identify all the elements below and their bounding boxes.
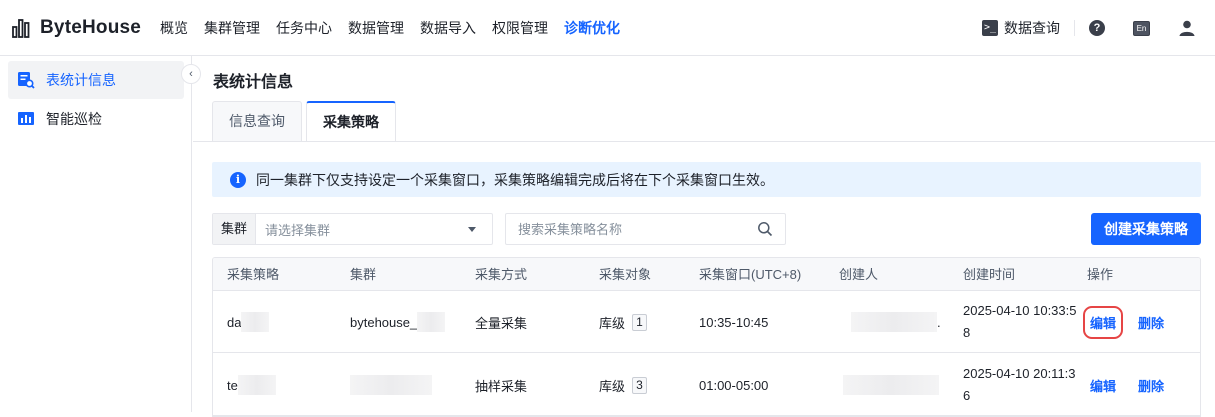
bytehouse-logo-icon <box>12 19 30 38</box>
cell-method: 抽样采集 <box>475 378 528 394</box>
tab-collection-policy[interactable]: 采集策略 <box>306 101 396 141</box>
cell-policy: te <box>227 354 276 416</box>
cell-method: 全量采集 <box>475 315 528 331</box>
redacted-mask <box>417 312 446 332</box>
sidebar-item-label: 智能巡检 <box>46 111 102 127</box>
info-icon: i <box>230 171 246 188</box>
sidebar-item-smart-inspection[interactable]: 智能巡检 <box>8 100 184 138</box>
policy-search-box <box>505 213 786 245</box>
cluster-select-prefix: 集群 <box>213 214 257 244</box>
edit-link[interactable]: 编辑 <box>1082 305 1124 339</box>
cell-creator: . <box>851 291 941 353</box>
language-icon[interactable]: En <box>1133 20 1150 36</box>
redacted-mask <box>237 375 276 395</box>
table-stats-icon <box>16 70 36 90</box>
table-row: da bytehouse_ 全量采集 库级 1 10:35-10:45 . 20… <box>213 291 1200 353</box>
nav-item-data-management[interactable]: 数据管理 <box>348 18 404 38</box>
column-header-created-at: 创建时间 <box>963 267 1016 282</box>
nav-item-data-import[interactable]: 数据导入 <box>420 18 476 38</box>
column-header-object: 采集对象 <box>599 267 652 282</box>
search-icon[interactable] <box>757 221 773 237</box>
cell-cluster <box>350 354 432 416</box>
delete-link[interactable]: 删除 <box>1138 313 1164 332</box>
redacted-mask <box>851 312 937 332</box>
column-header-method: 采集方式 <box>475 267 528 282</box>
redacted-mask <box>241 312 270 332</box>
sidebar: 表统计信息 智能巡检 <box>0 56 192 412</box>
page-title: 表统计信息 <box>213 74 294 91</box>
main-content: 表统计信息 信息查询 采集策略 i 同一集群下仅支持设定一个采集窗口，采集策略编… <box>193 56 1215 417</box>
cell-policy: da <box>227 291 270 353</box>
sidebar-item-table-stats[interactable]: 表统计信息 <box>8 61 184 99</box>
edit-link[interactable]: 编辑 <box>1090 376 1116 395</box>
logo-text: ByteHouse <box>40 17 142 38</box>
terminal-icon: >_ <box>982 20 998 36</box>
create-policy-button[interactable]: 创建采集策略 <box>1091 213 1201 245</box>
object-count-badge: 1 <box>632 313 648 331</box>
cell-window: 01:00-05:00 <box>699 377 769 393</box>
policy-search-input[interactable] <box>506 214 757 244</box>
column-header-policy: 采集策略 <box>227 267 280 282</box>
redacted-mask <box>350 375 432 395</box>
cell-actions: 编辑 删除 <box>1082 291 1186 353</box>
object-level-label: 库级 <box>599 315 626 331</box>
policy-table: 采集策略 集群 采集方式 采集对象 采集窗口(UTC+8) 创建人 创建时间 操… <box>212 257 1201 417</box>
data-query-label: 数据查询 <box>1004 20 1060 36</box>
sidebar-item-label: 表统计信息 <box>46 72 116 88</box>
help-icon[interactable]: ? <box>1089 20 1105 36</box>
column-header-creator: 创建人 <box>839 267 879 282</box>
top-right-actions: >_ 数据查询 ? En <box>982 16 1215 40</box>
delete-link[interactable]: 删除 <box>1138 376 1164 395</box>
column-header-cluster: 集群 <box>350 267 377 282</box>
main-nav: 概览 集群管理 任务中心 数据管理 数据导入 权限管理 诊断优化 <box>160 18 636 38</box>
creator-name: . <box>937 314 941 330</box>
table-row: te 抽样采集 库级 3 01:00-05:00 2025-04-10 20:1… <box>213 354 1200 416</box>
table-header: 采集策略 集群 采集方式 采集对象 采集窗口(UTC+8) 创建人 创建时间 操… <box>213 258 1200 291</box>
bar-chart-icon <box>16 109 36 129</box>
cell-window: 10:35-10:45 <box>699 314 769 330</box>
bytehouse-logo[interactable]: ByteHouse <box>12 16 141 40</box>
policy-name: te <box>227 377 238 393</box>
object-level-label: 库级 <box>599 378 626 394</box>
nav-item-overview[interactable]: 概览 <box>160 18 188 38</box>
object-count-badge: 3 <box>632 376 648 394</box>
cell-actions: 编辑 删除 <box>1090 354 1186 416</box>
notice-banner: i 同一集群下仅支持设定一个采集窗口，采集策略编辑完成后将在下个采集窗口生效。 <box>212 162 1201 197</box>
user-icon[interactable] <box>1178 19 1196 37</box>
notice-text: 同一集群下仅支持设定一个采集窗口，采集策略编辑完成后将在下个采集窗口生效。 <box>256 171 774 188</box>
redacted-mask <box>843 375 939 395</box>
column-header-actions: 操作 <box>1087 267 1114 282</box>
divider <box>1074 20 1075 36</box>
cell-creator <box>843 354 939 416</box>
cell-created-at: 2025-04-10 20:11:36 <box>963 366 1076 403</box>
cell-cluster: bytehouse_ <box>350 291 446 353</box>
cluster-name: bytehouse_ <box>350 314 418 330</box>
nav-item-diagnosis-optimization[interactable]: 诊断优化 <box>564 18 620 38</box>
cluster-select-placeholder: 请选择集群 <box>265 222 331 238</box>
cell-object: 库级 1 <box>599 291 648 353</box>
chevron-left-icon: ‹ <box>189 68 193 80</box>
data-query-button[interactable]: >_ 数据查询 <box>982 18 1060 38</box>
policy-name: da <box>227 314 242 330</box>
top-navigation-bar: ByteHouse 概览 集群管理 任务中心 数据管理 数据导入 权限管理 诊断… <box>0 0 1215 56</box>
nav-item-permission-management[interactable]: 权限管理 <box>492 18 548 38</box>
caret-down-icon <box>468 226 476 232</box>
filter-row: 集群 请选择集群 创建采集策略 <box>212 213 1201 245</box>
tabs-divider <box>193 141 1215 142</box>
cell-object: 库级 3 <box>599 354 648 416</box>
tab-info-query[interactable]: 信息查询 <box>212 101 302 141</box>
nav-item-task-center[interactable]: 任务中心 <box>276 18 332 38</box>
collapse-sidebar-button[interactable]: ‹ <box>181 64 201 84</box>
nav-item-cluster-management[interactable]: 集群管理 <box>204 18 260 38</box>
column-header-window: 采集窗口(UTC+8) <box>699 267 802 282</box>
cluster-select[interactable]: 集群 请选择集群 <box>212 213 493 245</box>
cell-created-at: 2025-04-10 10:33:58 <box>963 303 1077 340</box>
tab-bar: 信息查询 采集策略 <box>212 101 400 141</box>
